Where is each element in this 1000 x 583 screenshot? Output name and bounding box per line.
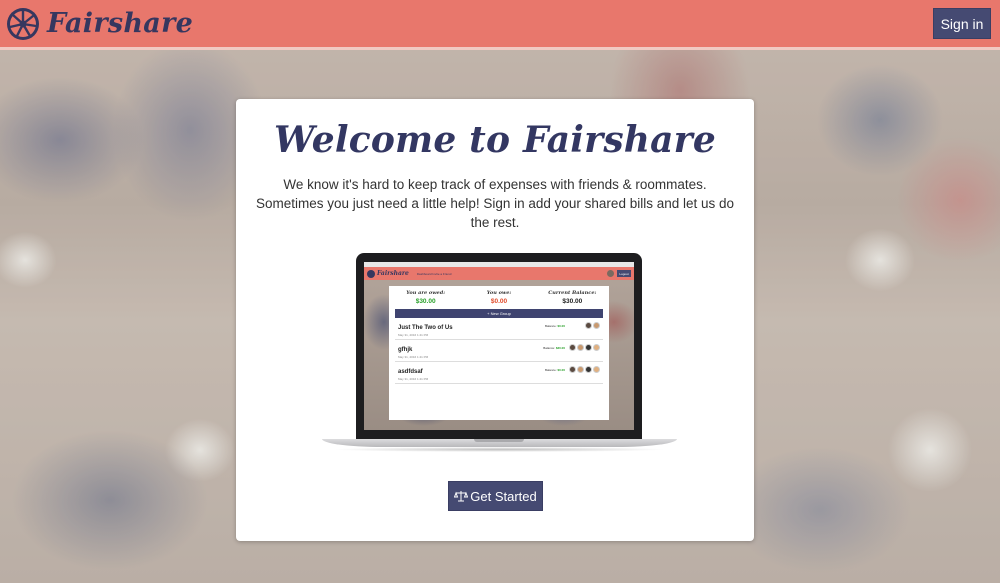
page-title: Welcome to Fairshare <box>274 119 716 161</box>
top-navbar: Fairshare Sign in <box>0 0 1000 50</box>
preview-logo-icon <box>367 269 375 278</box>
brand-name: Fairshare <box>47 8 194 39</box>
get-started-button[interactable]: Get Started <box>448 481 543 511</box>
preview-navbar: Fairshare Dashboard Invite a Friend Logo… <box>364 267 634 280</box>
brand[interactable]: Fairshare <box>5 6 193 42</box>
preview-dashboard-card: You are owed: $30.00 You owe: $0.00 Curr… <box>389 286 609 420</box>
preview-nav-links: Dashboard Invite a Friend <box>416 271 452 276</box>
preview-stats: You are owed: $30.00 You owe: $0.00 Curr… <box>389 286 609 305</box>
laptop-lid: Fairshare Dashboard Invite a Friend Logo… <box>356 253 642 439</box>
sign-in-button[interactable]: Sign in <box>933 8 991 39</box>
preview-avatar <box>607 270 614 277</box>
preview-stat-balance: Current Balance: $30.00 <box>548 290 597 305</box>
intro-text: We know it's hard to keep track of expen… <box>255 177 735 230</box>
preview-stat-owe: You owe: $0.00 <box>486 290 512 305</box>
get-started-label: Get Started <box>470 488 537 504</box>
welcome-card: Welcome to Fairshare We know it's hard t… <box>236 99 754 541</box>
preview-group-row: asdfdsaf May 31, 2016 1:41 PM Balance: $… <box>395 362 603 384</box>
fairshare-logo-icon <box>7 7 39 40</box>
preview-group-row: gfhjk May 31, 2016 1:41 PM Balance: $30.… <box>395 340 603 362</box>
laptop-preview-image: Fairshare Dashboard Invite a Friend Logo… <box>322 253 677 459</box>
preview-logout-button: Logout <box>617 270 631 277</box>
preview-new-group-button: + New Group <box>395 309 603 318</box>
preview-member-avatars <box>569 366 600 373</box>
preview-member-avatars <box>569 344 600 351</box>
balance-scale-icon <box>454 491 469 502</box>
preview-member-avatars <box>585 322 600 329</box>
preview-brand: Fairshare <box>377 270 409 277</box>
preview-stat-owed: You are owed: $30.00 <box>406 290 446 305</box>
app-screenshot: Fairshare Dashboard Invite a Friend Logo… <box>364 262 634 430</box>
preview-group-row: Just The Two of Us May 31, 2016 1:41 PM … <box>395 318 603 340</box>
